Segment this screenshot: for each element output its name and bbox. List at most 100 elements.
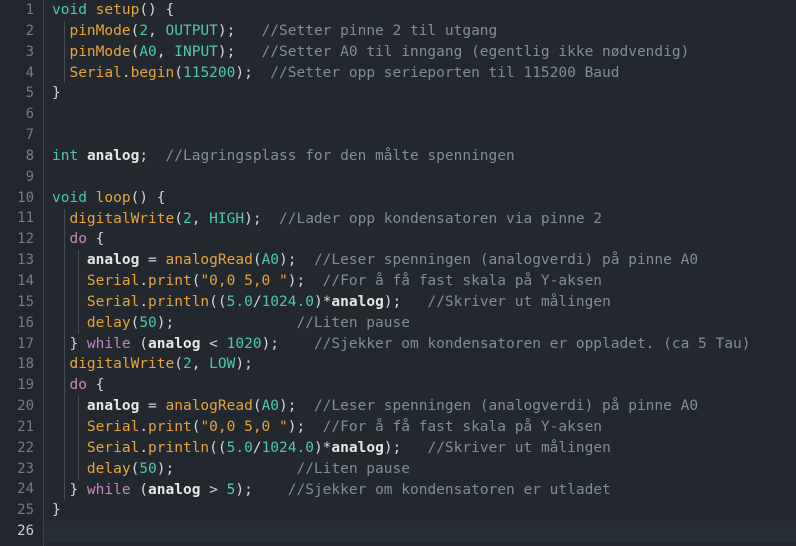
code-token: do <box>69 231 87 248</box>
code-token: Serial <box>86 293 140 310</box>
code-line[interactable] <box>44 125 796 146</box>
code-line[interactable]: } while (analog > 5); //Sjekker om konde… <box>44 480 796 501</box>
line-number[interactable]: 14 <box>0 271 43 292</box>
code-token: 1020 <box>226 335 262 352</box>
code-token: ( <box>252 398 262 415</box>
line-number[interactable]: 20 <box>0 396 43 417</box>
code-line[interactable] <box>44 521 796 543</box>
code-line[interactable]: do { <box>44 375 796 396</box>
line-number[interactable]: 25 <box>0 500 43 521</box>
code-line[interactable]: Serial.print("0,0 5,0 "); //For å få fas… <box>44 271 796 292</box>
code-token: 5.0 <box>226 293 253 310</box>
line-number[interactable]: 18 <box>0 354 43 375</box>
line-number-gutter[interactable]: 1 2 3 4 5 6 7 8 9 10 11 12 13 14 15 16 17 18 19 20 21 22 23 24 2… <box>0 0 44 546</box>
code-token: A0 <box>261 252 280 269</box>
line-number[interactable]: 21 <box>0 417 43 438</box>
code-token: = <box>139 398 166 415</box>
code-line[interactable] <box>44 167 796 188</box>
code-line[interactable]: pinMode(A0, INPUT); //Setter A0 til inng… <box>44 42 796 63</box>
code-line[interactable]: } <box>44 83 796 104</box>
code-line[interactable]: delay(50); //Liten pause <box>44 459 796 480</box>
code-token: //Leser spenningen (analogverdi) på pinn… <box>313 398 699 415</box>
code-token: , <box>156 43 175 60</box>
code-token: OUTPUT <box>165 22 218 39</box>
code-token: ); <box>383 439 428 456</box>
code-token: 5.0 <box>226 439 253 456</box>
line-number[interactable]: 9 <box>0 167 43 188</box>
code-token: 1024.0 <box>261 293 314 310</box>
code-line[interactable]: pinMode(2, OUTPUT); //Setter pinne 2 til… <box>44 21 796 42</box>
line-number[interactable]: 8 <box>0 146 43 167</box>
code-line[interactable]: analog = analogRead(A0); //Leser spennin… <box>44 396 796 417</box>
code-token: 50 <box>139 460 157 477</box>
line-number[interactable]: 26 <box>0 521 43 542</box>
code-line[interactable]: void loop() { <box>44 188 796 209</box>
line-number[interactable]: 16 <box>0 313 43 334</box>
line-number[interactable]: 3 <box>0 42 43 63</box>
code-token: //Liten pause <box>296 460 410 477</box>
code-content-area[interactable]: void setup() { pinMode(2, OUTPUT); //Set… <box>44 0 796 546</box>
code-token: () { <box>139 2 175 18</box>
line-number[interactable]: 23 <box>0 459 43 480</box>
line-number[interactable]: 24 <box>0 479 43 500</box>
code-token: ); <box>279 398 314 415</box>
code-token: ( <box>130 314 140 331</box>
code-line[interactable]: analog = analogRead(A0); //Leser spennin… <box>44 250 796 271</box>
line-number[interactable]: 4 <box>0 63 43 84</box>
line-number[interactable]: 17 <box>0 334 43 355</box>
code-token: ( <box>174 210 183 227</box>
code-line[interactable] <box>44 104 796 125</box>
code-token: , <box>191 210 210 227</box>
code-token: ); <box>287 419 323 435</box>
line-number[interactable]: 1 <box>0 0 43 21</box>
line-number[interactable]: 7 <box>0 125 43 146</box>
code-line[interactable]: } while (analog < 1020); //Sjekker om ko… <box>44 334 796 355</box>
code-token: analog <box>86 147 140 164</box>
code-line[interactable]: Serial.begin(115200); //Setter opp serie… <box>44 63 796 84</box>
code-line[interactable]: do { <box>44 229 796 250</box>
code-line[interactable]: delay(50); //Liten pause <box>44 313 796 334</box>
code-line[interactable]: int analog; //Lagringsplass for den målt… <box>44 146 796 167</box>
code-token: do <box>69 377 87 394</box>
code-token: > <box>200 481 227 498</box>
code-token: , <box>191 356 210 373</box>
line-number[interactable]: 22 <box>0 438 43 459</box>
line-number[interactable]: 12 <box>0 229 43 250</box>
line-number[interactable]: 15 <box>0 292 43 313</box>
code-token: //Lagringsplass for den målte spenningen <box>165 147 515 164</box>
code-line[interactable]: } <box>44 500 796 521</box>
code-editor[interactable]: 1 2 3 4 5 6 7 8 9 10 11 12 13 14 15 16 17 18 19 20 21 22 23 24 2… <box>0 0 796 546</box>
line-number[interactable]: 6 <box>0 104 43 125</box>
line-number[interactable]: 13 <box>0 250 43 271</box>
code-token: //Setter opp serieporten til 115200 Baud <box>270 64 620 81</box>
line-number[interactable]: 2 <box>0 21 43 42</box>
code-line[interactable]: Serial.println((5.0/1024.0)*analog); //S… <box>44 438 796 459</box>
code-token: //For å få fast skala på Y-aksen <box>322 273 603 290</box>
code-token: analogRead <box>165 398 253 415</box>
code-token: analog <box>86 252 140 269</box>
code-token: 1024.0 <box>261 439 314 456</box>
line-number[interactable]: 5 <box>0 83 43 104</box>
code-line[interactable]: digitalWrite(2, LOW); <box>44 354 796 375</box>
code-token: print <box>148 273 192 290</box>
code-token: , <box>148 22 166 39</box>
code-line[interactable]: Serial.print("0,0 5,0 "); //For å få fas… <box>44 417 796 438</box>
code-line[interactable]: Serial.println((5.0/1024.0)*analog); //S… <box>44 292 796 313</box>
code-line[interactable]: digitalWrite(2, HIGH); //Lader opp konde… <box>44 209 796 230</box>
line-number[interactable]: 10 <box>0 188 43 209</box>
line-number[interactable]: 19 <box>0 375 43 396</box>
line-number[interactable]: 11 <box>0 208 43 229</box>
code-token: ); <box>235 481 288 498</box>
code-token: //Sjekker om kondensatoren er oppladet. … <box>313 335 751 352</box>
code-line[interactable]: void setup() { <box>44 0 796 21</box>
code-token: (( <box>209 439 227 456</box>
code-token: / <box>252 439 262 456</box>
